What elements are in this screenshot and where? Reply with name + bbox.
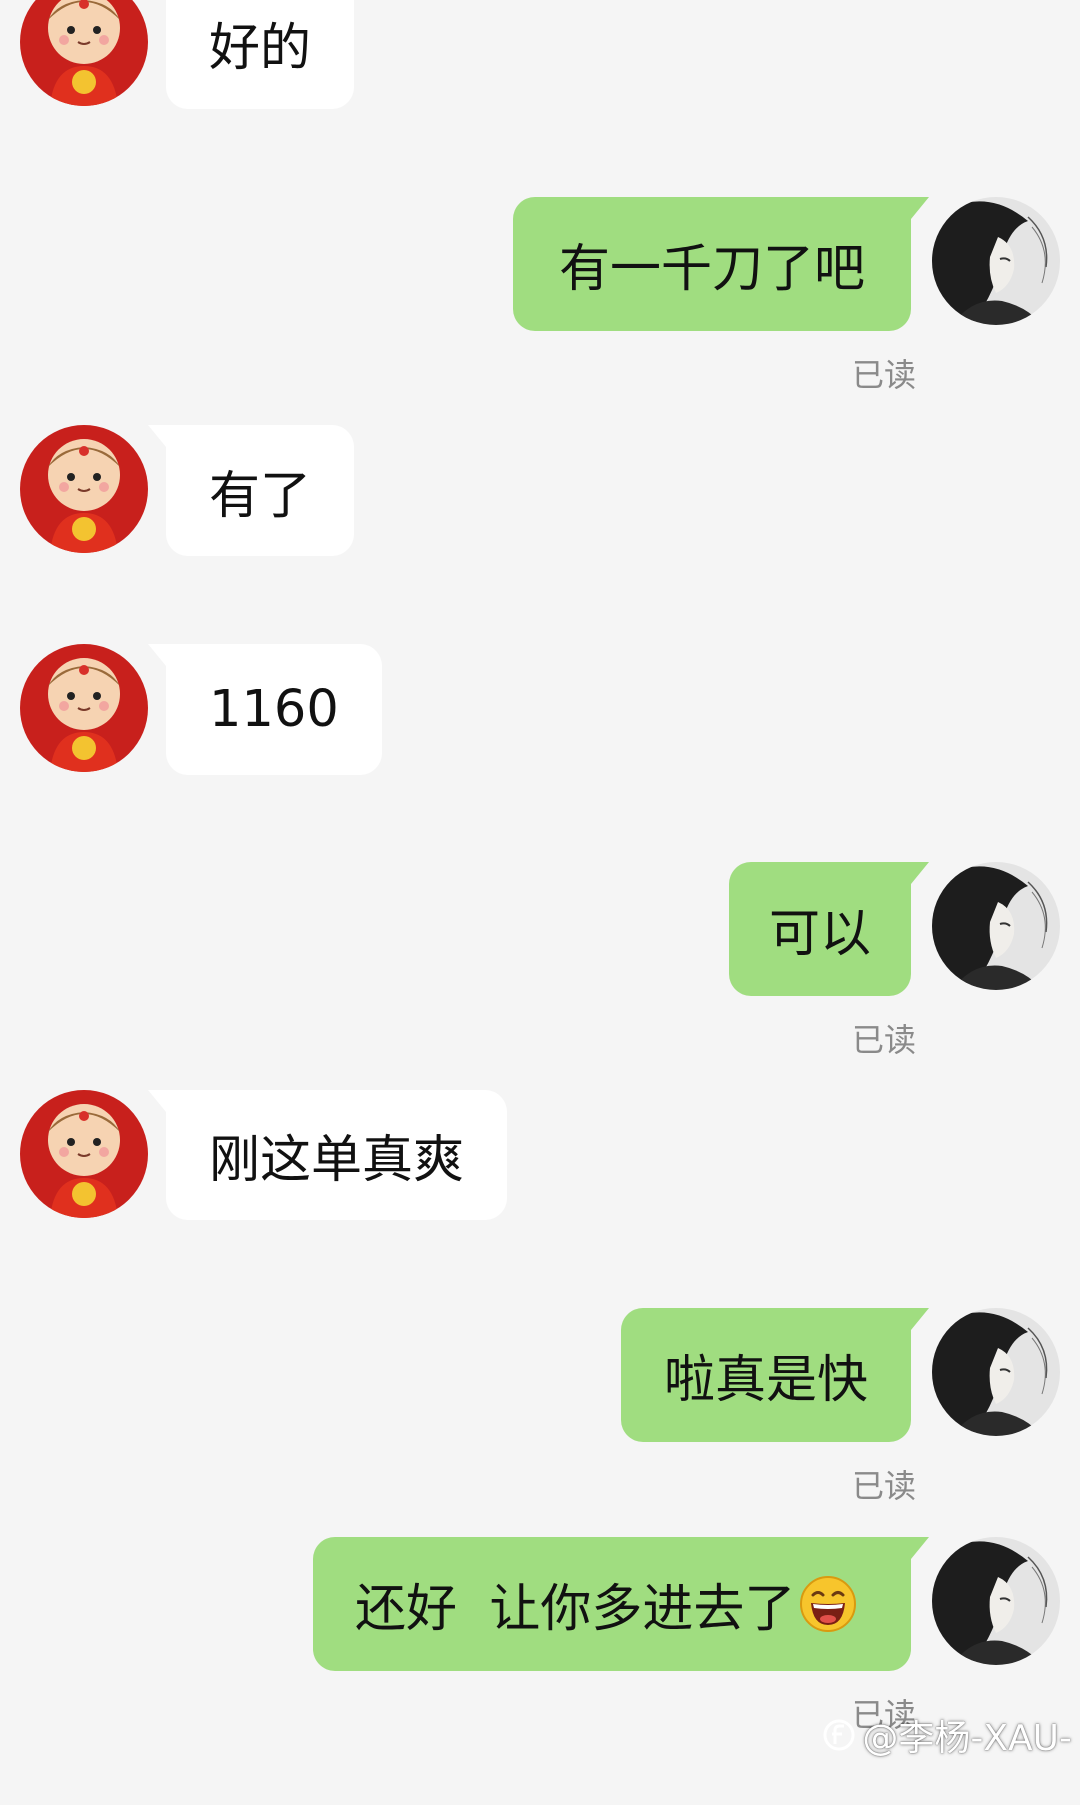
watermark-text: @李杨-XAU- [862, 1718, 1072, 1759]
ink-portrait-avatar-icon [932, 1537, 1060, 1665]
cartoon-boy-avatar-icon [20, 644, 148, 772]
message-text: 啦真是快 [663, 1351, 868, 1410]
message-bubble-incoming[interactable]: 1160 [148, 644, 382, 775]
message-bubble-incoming[interactable]: 有了 [147, 425, 355, 556]
message-bubble-incoming[interactable]: 好的 [166, 0, 355, 109]
message-text: 可以 [769, 905, 872, 964]
my-avatar[interactable] [932, 1537, 1060, 1665]
contact-avatar[interactable] [20, 644, 148, 772]
ink-portrait-avatar-icon [932, 1308, 1060, 1436]
ink-portrait-avatar-icon [932, 862, 1060, 990]
read-receipt: 已读 [851, 356, 916, 394]
contact-avatar[interactable] [20, 425, 148, 553]
platform-logo-icon [822, 1718, 856, 1752]
message-bubble-outgoing[interactable]: 有一千刀了吧 [513, 197, 929, 331]
my-avatar[interactable] [932, 197, 1060, 325]
message-bubble-outgoing[interactable]: 啦真是快 [621, 1308, 929, 1442]
message-text: 有了 [209, 466, 312, 526]
my-avatar[interactable] [932, 862, 1060, 990]
cartoon-boy-avatar-icon [20, 0, 148, 106]
message-text: 刚这单真爽 [209, 1131, 465, 1190]
message-text: 还好 让你多进去了 [355, 1580, 796, 1639]
my-avatar[interactable] [932, 1308, 1060, 1436]
message-text: 好的 [209, 18, 312, 78]
message-text: 1160 [209, 680, 339, 739]
read-receipt: 已读 [851, 1467, 916, 1505]
chat-thread: 好的 有一千刀了吧 已读 有了 1160 可以 已读 刚这单真爽 啦真是快 已读… [0, 0, 1080, 1805]
message-bubble-incoming[interactable]: 刚这单真爽 [147, 1090, 508, 1220]
message-bubble-outgoing[interactable]: 还好 让你多进去了 [313, 1537, 929, 1671]
contact-avatar[interactable] [20, 1090, 148, 1218]
cartoon-boy-avatar-icon [20, 1090, 148, 1218]
watermark: @李杨-XAU- [822, 1709, 1072, 1761]
message-text: 有一千刀了吧 [558, 240, 865, 299]
message-bubble-outgoing[interactable]: 可以 [729, 862, 929, 996]
ink-portrait-avatar-icon [932, 197, 1060, 325]
cartoon-boy-avatar-icon [20, 425, 148, 553]
laughing-face-icon [799, 1575, 857, 1633]
read-receipt: 已读 [851, 1021, 916, 1059]
contact-avatar[interactable] [20, 0, 148, 106]
